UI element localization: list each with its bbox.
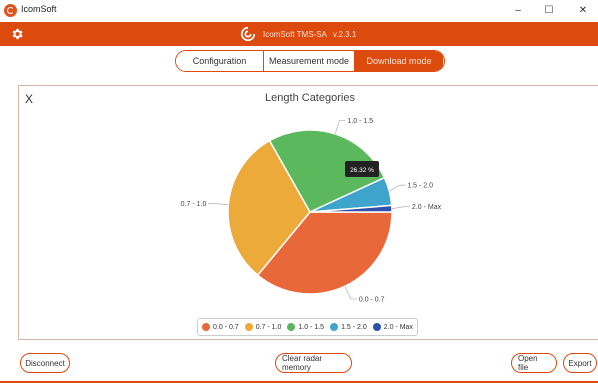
pie-chart: 0.0 - 0.7 0.7 - 1.0 1.0 - 1.5 1.5 - 2.0 2.0 … [181,118,442,303]
brand-logo-icon [240,26,256,42]
app-header: IcomSoft TMS-SA v.2.3.1 [0,22,598,46]
slice-label: 1.5 - 2.0 [407,183,433,190]
slice-leader-line [208,203,229,206]
app-logo-icon [4,4,17,17]
legend-item[interactable]: 0.7 - 1.0 [244,323,282,331]
brand: IcomSoft TMS-SA v.2.3.1 [239,26,356,42]
slice-leader-line [344,286,357,300]
open-file-button[interactable]: Open file [511,353,557,373]
disconnect-button[interactable]: Disconnect [20,353,70,373]
chart-panel: X Length Categories 0.0 - 0.7 0.7 - 1.0 1.… [18,85,598,340]
tab-measurement-mode[interactable]: Measurement mode [264,51,355,71]
slice-tooltip: 26.32 % [345,161,379,177]
slice-label: 1.0 - 1.5 [347,118,373,125]
legend-label: 0.0 - 0.7 [213,323,239,331]
maximize-button[interactable]: ☐ [534,2,564,20]
window-title: IcomSoft [21,4,57,14]
window-titlebar: IcomSoft – ☐ ✕ [0,0,598,22]
slice-label: 0.0 - 0.7 [359,296,385,303]
slice-label: 0.7 - 1.0 [181,201,207,208]
close-window-button[interactable]: ✕ [568,2,598,20]
legend-dot-icon [330,323,339,331]
legend-item[interactable]: 2.0 - Max [372,323,413,331]
brand-name: IcomSoft TMS-SA [263,29,327,39]
minimize-button[interactable]: – [503,2,533,20]
legend-item[interactable]: 1.5 - 2.0 [330,323,367,331]
tab-download-mode[interactable]: Download mode [355,51,443,71]
legend-item[interactable]: 0.0 - 0.7 [202,323,239,331]
slice-label: 2.0 - Max [412,204,442,211]
tab-configuration[interactable]: Configuration [176,51,264,71]
legend-dot-icon [202,323,210,331]
chart-legend: 0.0 - 0.7 0.7 - 1.0 1.0 - 1.5 1.5 - 2.0 … [197,318,418,336]
app-version: v.2.3.1 [332,29,357,39]
legend-dot-icon [287,323,296,331]
slice-leader-line [391,206,410,210]
clear-radar-memory-button[interactable]: Clear radar memory [275,353,352,373]
legend-label: 2.0 - Max [383,323,413,331]
tooltip-text: 26.32 % [350,167,374,174]
legend-item[interactable]: 1.0 - 1.5 [287,323,324,331]
slice-leader-line [334,120,346,135]
legend-label: 0.7 - 1.0 [255,323,282,331]
legend-label: 1.0 - 1.5 [298,323,325,331]
legend-label: 1.5 - 2.0 [341,323,367,331]
settings-gear-icon[interactable] [10,27,24,41]
mode-tabs: Configuration Measurement mode Download … [175,50,445,72]
legend-dot-icon [244,323,253,331]
export-button[interactable]: Export [563,353,597,373]
legend-dot-icon [372,323,381,331]
slice-leader-line [389,184,406,192]
